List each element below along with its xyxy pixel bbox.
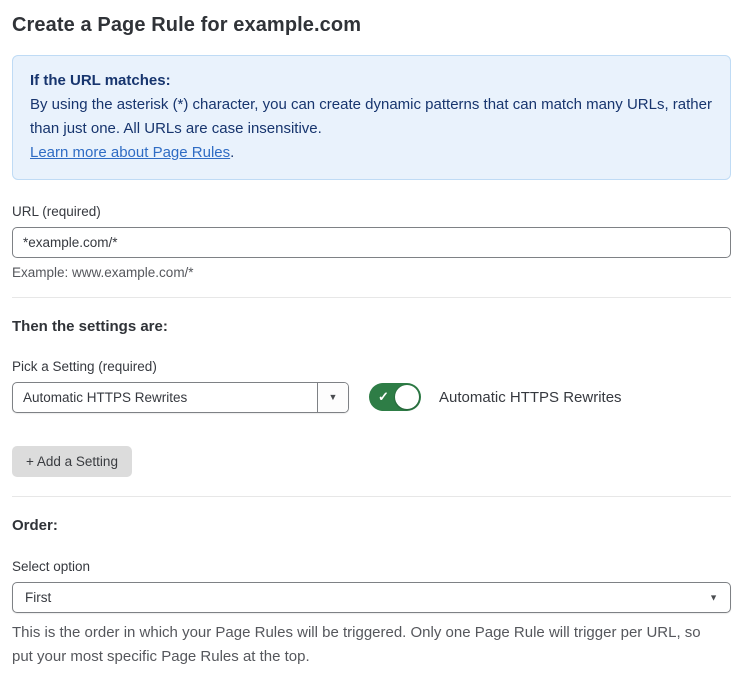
setting-picker-column: Pick a Setting (required) Automatic HTTP…: [12, 359, 349, 413]
url-matches-info-box: If the URL matches: By using the asteris…: [12, 55, 731, 180]
create-page-rule-form: Create a Page Rule for example.com If th…: [0, 0, 743, 686]
automatic-https-rewrites-toggle[interactable]: ✓: [369, 383, 421, 411]
settings-section-heading: Then the settings are:: [12, 318, 168, 335]
page-title: Create a Page Rule for example.com: [12, 14, 362, 36]
order-select-label: Select option: [12, 559, 91, 574]
setting-select[interactable]: Automatic HTTPS Rewrites ▼: [12, 382, 349, 413]
info-box-heading: If the URL matches:: [30, 72, 171, 89]
order-select[interactable]: First ▼: [12, 582, 731, 613]
info-box-body: By using the asterisk (*) character, you…: [30, 96, 712, 137]
chevron-down-icon: ▼: [328, 392, 338, 402]
setting-toggle-group: ✓ Automatic HTTPS Rewrites: [369, 383, 622, 411]
toggle-knob: [395, 385, 419, 409]
divider: [12, 496, 731, 497]
url-field-label: URL (required): [12, 204, 101, 219]
url-input[interactable]: [12, 227, 731, 258]
setting-select-value: Automatic HTTPS Rewrites: [23, 390, 188, 405]
setting-row: Pick a Setting (required) Automatic HTTP…: [12, 359, 731, 413]
link-suffix: .: [230, 144, 235, 161]
order-help-text: This is the order in which your Page Rul…: [12, 624, 701, 665]
info-box-link-line: Learn more about Page Rules.: [30, 141, 713, 165]
order-select-value: First: [25, 590, 52, 605]
chevron-down-icon: ▼: [709, 592, 718, 602]
add-setting-button[interactable]: + Add a Setting: [12, 446, 132, 477]
url-example-hint: Example: www.example.com/*: [12, 265, 194, 280]
toggle-label: Automatic HTTPS Rewrites: [439, 388, 622, 406]
divider: [12, 297, 731, 298]
pick-setting-label: Pick a Setting (required): [12, 359, 157, 374]
setting-select-button[interactable]: ▼: [317, 383, 348, 412]
check-icon: ✓: [378, 389, 389, 405]
learn-more-link[interactable]: Learn more about Page Rules: [30, 144, 230, 161]
order-section-heading: Order:: [12, 517, 58, 534]
